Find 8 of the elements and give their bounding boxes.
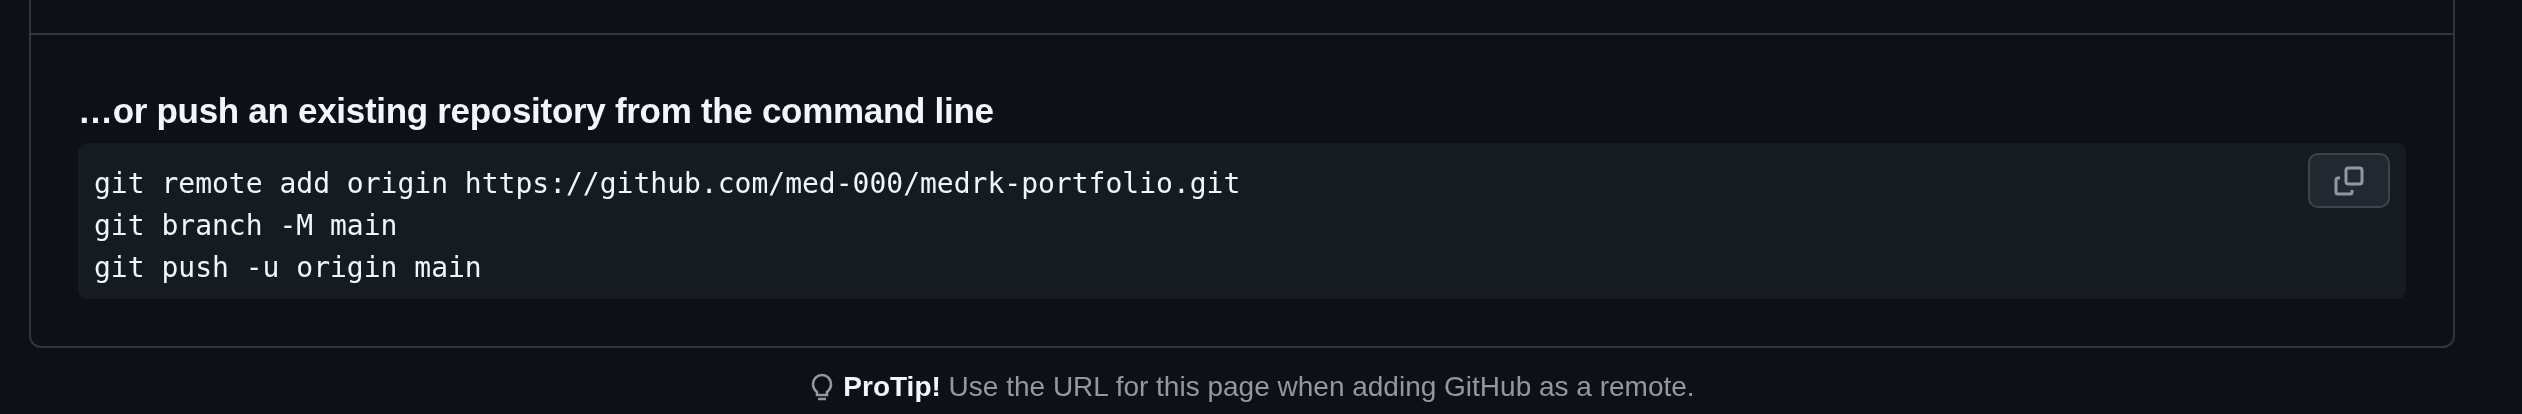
section-heading: …or push an existing repository from the command line: [78, 90, 995, 132]
code-line: git branch -M main: [94, 208, 398, 244]
code-line: git remote add origin https://github.com/med-000/medrk-portfolio.git: [94, 166, 1241, 202]
lightbulb-icon: [811, 373, 834, 401]
copy-icon: [2333, 164, 2365, 197]
copy-button[interactable]: [2308, 153, 2390, 208]
code-line: git push -u origin main: [94, 250, 482, 286]
protip-text: ProTip! Use the URL for this page when adding GitHub as a remote.: [843, 370, 1695, 404]
